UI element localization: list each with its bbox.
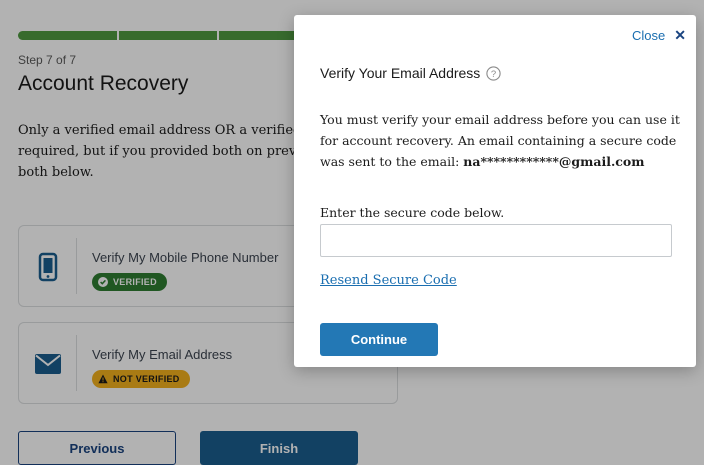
secure-code-label: Enter the secure code below. [320, 205, 505, 220]
masked-email: na************@gmail.com [463, 154, 645, 169]
resend-code-link[interactable]: Resend Secure Code [320, 273, 457, 288]
close-label: Close [632, 28, 666, 43]
continue-button[interactable]: Continue [320, 323, 438, 356]
modal-title: Verify Your Email Address ? [320, 65, 501, 81]
close-icon: ✕ [674, 27, 686, 43]
verify-email-modal: Close ✕ Verify Your Email Address ? You … [294, 15, 696, 367]
svg-text:?: ? [491, 69, 496, 80]
help-icon[interactable]: ? [486, 65, 501, 81]
close-button[interactable]: Close ✕ [632, 27, 686, 44]
secure-code-input[interactable] [320, 224, 672, 257]
modal-title-text: Verify Your Email Address [320, 65, 481, 81]
modal-body-text: You must verify your email address befor… [320, 109, 682, 172]
